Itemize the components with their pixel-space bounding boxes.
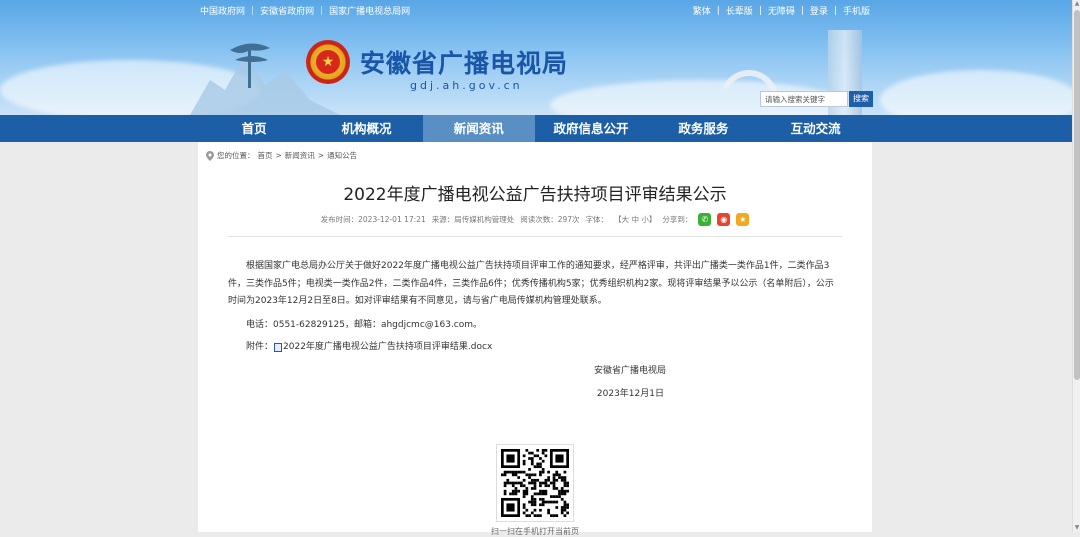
article-container: 您的位置： 首页 > 新闻资讯 > 通知公告 2022年度广播电视公益广告扶持项… <box>198 142 872 536</box>
location-pin-icon <box>206 150 214 161</box>
weibo-share-icon[interactable]: ◉ <box>717 213 731 226</box>
share-label: 分享到： <box>662 215 693 224</box>
breadcrumb: 您的位置： 首页 > 新闻资讯 > 通知公告 <box>206 150 357 161</box>
link-mobile[interactable]: 手机版 <box>843 4 870 17</box>
article-title: 2022年度广播电视公益广告扶持项目评审结果公示 <box>343 185 727 205</box>
article-paragraph: 根据国家广电总局办公厅关于做好2022年度广播电视公益广告扶持项目评审工作的通知… <box>228 261 834 306</box>
cloud-decoration <box>880 70 1072 115</box>
title-divider <box>228 236 842 237</box>
attachment-row: 附件： 2022年度广播电视公益广告扶持项目评审结果.docx <box>228 339 842 357</box>
article-body: 根据国家广电总局办公厅关于做好2022年度广播电视公益广告扶持项目评审工作的通知… <box>228 258 842 357</box>
nav-interaction[interactable]: 互动交流 <box>759 115 871 142</box>
nav-about[interactable]: 机构概况 <box>310 115 422 142</box>
link-accessibility[interactable]: 无障碍 <box>768 4 795 17</box>
article-meta: 发布时间：2023-12-01 17:21 来源：局传媒机构管理处 阅读次数：2… <box>198 213 872 226</box>
nav-gov-info[interactable]: 政府信息公开 <box>535 115 647 142</box>
word-document-icon <box>274 343 283 353</box>
breadcrumb-home[interactable]: 首页 <box>258 150 273 161</box>
top-links-right: 繁体 | 长辈版 | 无障碍 | 登录 | 手机版 <box>692 4 870 18</box>
nav-services[interactable]: 政务服务 <box>647 115 759 142</box>
sign-date: 2023年12月1日 <box>596 389 664 399</box>
link-nrta[interactable]: 国家广播电视总局网 <box>329 4 410 17</box>
nav-news[interactable]: 新闻资讯 <box>422 115 535 142</box>
qzone-share-icon[interactable]: ★ <box>736 213 750 226</box>
page-scrollbar[interactable]: ▲ ▼ <box>1072 0 1080 532</box>
link-traditional[interactable]: 繁体 <box>693 4 711 17</box>
breadcrumb-sep: > <box>317 151 325 160</box>
link-login[interactable]: 登录 <box>810 4 828 17</box>
top-links-left: 中国政府网 | 安徽省政府网 | 国家广播电视总局网 <box>200 4 411 18</box>
site-domain: gdj.ah.gov.cn <box>410 79 523 92</box>
attachment-label: 附件： <box>246 342 274 352</box>
wechat-share-icon[interactable]: ✆ <box>698 213 712 226</box>
breadcrumb-prefix: 您的位置： <box>217 151 255 160</box>
breadcrumb-news[interactable]: 新闻资讯 <box>285 150 315 161</box>
breadcrumb-sep: > <box>275 151 282 160</box>
breadcrumb-notice[interactable]: 通知公告 <box>327 150 357 161</box>
scroll-down-icon[interactable]: ▼ <box>1073 524 1080 532</box>
contact-info: 电话：0551-62829125，邮箱：ahgdjcmc@163.com。 <box>246 319 483 330</box>
link-elder-mode[interactable]: 长辈版 <box>726 4 753 17</box>
publish-time: 发布时间：2023-12-01 17:21 <box>320 215 426 224</box>
qr-code-image <box>501 449 569 517</box>
national-emblem-icon: ★ <box>306 40 350 84</box>
font-size-options[interactable]: 【大 中 小】 <box>614 214 656 225</box>
qr-code <box>496 444 574 522</box>
site-header: 中国政府网 | 安徽省政府网 | 国家广播电视总局网 繁体 | 长辈版 | 无障… <box>0 0 1072 115</box>
attachment-link[interactable]: 2022年度广播电视公益广告扶持项目评审结果.docx <box>283 339 492 357</box>
link-gov-cn[interactable]: 中国政府网 <box>200 4 245 17</box>
sign-organization: 安徽省广播电视局 <box>593 366 666 376</box>
font-size-label: 字体： <box>585 215 609 224</box>
view-count: 阅读次数：297次 <box>520 215 580 224</box>
article-source: 来源：局传媒机构管理处 <box>431 215 515 224</box>
scroll-thumb[interactable] <box>1074 10 1080 380</box>
nav-home[interactable]: 首页 <box>198 115 310 142</box>
scroll-up-icon[interactable]: ▲ <box>1073 0 1080 8</box>
site-title[interactable]: 安徽省广播电视局 <box>360 44 568 80</box>
search-input[interactable]: 请输入搜索关键字 <box>760 91 848 107</box>
link-ah-gov[interactable]: 安徽省政府网 <box>260 4 314 17</box>
main-nav: 首页 机构概况 新闻资讯 政府信息公开 政务服务 互动交流 <box>0 115 1072 142</box>
search-button[interactable]: 搜索 <box>849 91 873 107</box>
